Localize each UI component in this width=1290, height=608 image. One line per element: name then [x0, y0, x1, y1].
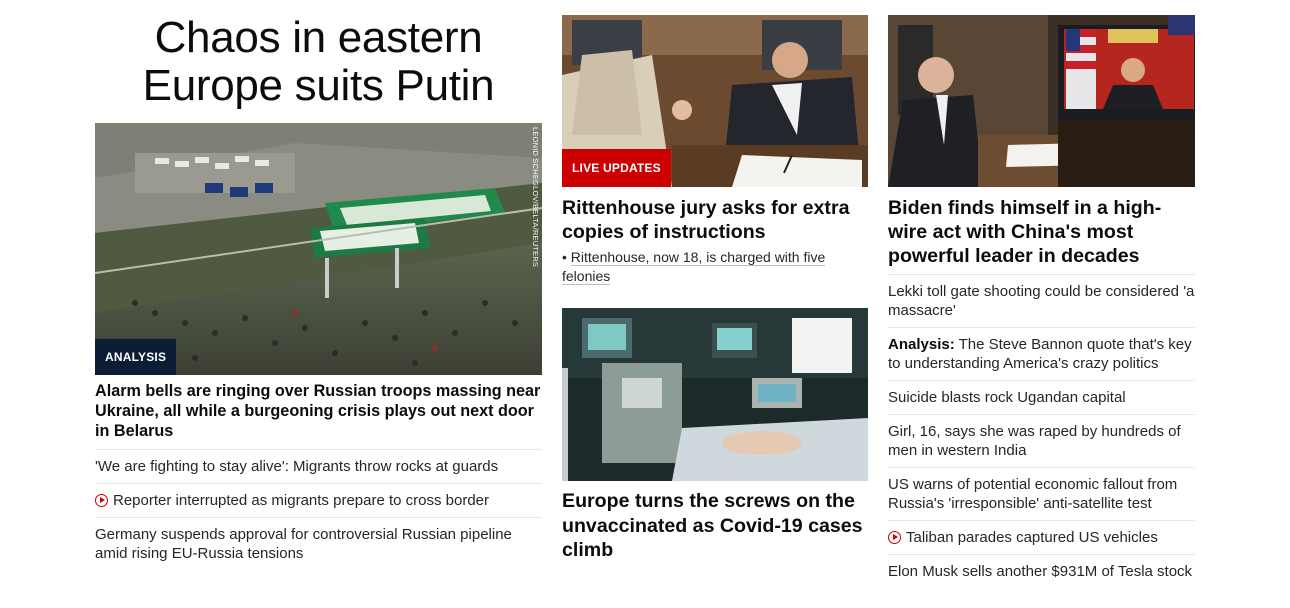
hero-headline[interactable]: Chaos in eastern Europe suits Putin — [95, 14, 542, 110]
list-item[interactable]: Analysis: The Steve Bannon quote that's … — [888, 327, 1195, 380]
icu-photo — [562, 308, 868, 481]
analysis-tag: ANALYSIS — [95, 339, 177, 375]
rittenhouse-bullet[interactable]: • Rittenhouse, now 18, is charged with f… — [562, 248, 862, 286]
related-stories-list: 'We are fighting to stay alive': Migrant… — [95, 449, 542, 570]
list-item[interactable]: Girl, 16, says she was raped by hundreds… — [888, 414, 1195, 467]
hero-subheadline-link[interactable]: Alarm bells are ringing over Russian tro… — [95, 381, 545, 441]
live-updates-tag: LIVE UPDATES — [562, 149, 671, 187]
list-item[interactable]: Lekki toll gate shooting could be consid… — [888, 274, 1195, 327]
covid-icu-image[interactable] — [562, 308, 868, 481]
list-item[interactable]: US warns of potential economic fallout f… — [888, 467, 1195, 520]
hero-image-border-crisis[interactable]: LEONID SCHEGLOV/BELTA/REUTERS ANALYSIS — [95, 123, 542, 375]
rittenhouse-image[interactable]: LIVE UPDATES — [562, 15, 868, 187]
list-item[interactable]: Elon Musk sells another $931M of Tesla s… — [888, 554, 1195, 588]
video-play-icon — [95, 494, 108, 507]
list-item[interactable]: Reporter interrupted as migrants prepare… — [95, 483, 542, 517]
analysis-label: Analysis: — [888, 336, 955, 353]
list-item[interactable]: Germany suspends approval for controvers… — [95, 517, 542, 570]
europe-covid-headline[interactable]: Europe turns the screws on the unvaccina… — [562, 489, 872, 563]
biden-headline[interactable]: Biden finds himself in a high-wire act w… — [888, 196, 1198, 268]
list-item[interactable]: Suicide blasts rock Ugandan capital — [888, 380, 1195, 414]
top-stories-list: Lekki toll gate shooting could be consid… — [888, 274, 1195, 588]
list-item[interactable]: 'We are fighting to stay alive': Migrant… — [95, 449, 542, 483]
biden-xi-image[interactable] — [888, 15, 1195, 187]
video-play-icon — [888, 531, 901, 544]
rittenhouse-headline[interactable]: Rittenhouse jury asks for extra copies o… — [562, 196, 872, 244]
photo-credit: LEONID SCHEGLOV/BELTA/REUTERS — [531, 127, 540, 268]
biden-video-call-photo — [888, 15, 1195, 187]
list-item[interactable]: Taliban parades captured US vehicles — [888, 520, 1195, 554]
aerial-border-photo — [95, 123, 542, 375]
